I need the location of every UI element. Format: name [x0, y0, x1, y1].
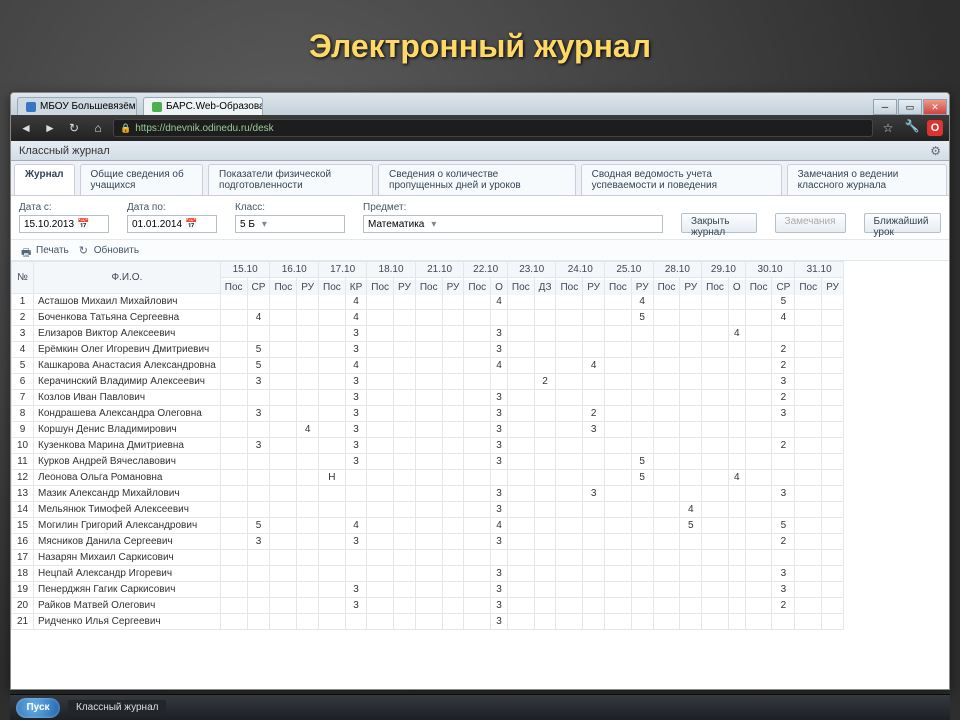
table-row[interactable]: 8Кондрашева Александра Олеговна33323: [12, 406, 844, 422]
app-tab[interactable]: Общие сведения об учащихся: [80, 164, 204, 195]
lock-icon: 🔒: [120, 123, 131, 134]
journal-table: №Ф.И.О.15.1016.1017.1018.1021.1022.1023.…: [11, 261, 844, 630]
date-to-label: Дата по:: [127, 202, 217, 213]
calendar-icon: 📅: [185, 219, 197, 230]
browser-window: МБОУ Большевязёмска... БАРС.Web-Образова…: [10, 92, 950, 690]
filter-bar: Дата с: 15.10.2013📅 Дата по: 01.01.2014📅…: [11, 196, 949, 240]
refresh-button[interactable]: ↻Обновить: [79, 244, 139, 256]
browser-tab[interactable]: БАРС.Web-Образование: [143, 97, 263, 115]
date-from-input[interactable]: 15.10.2013📅: [19, 215, 109, 233]
table-row[interactable]: 1Асташов Михаил Михайлович4445: [12, 294, 844, 310]
panel-title: Классный журнал: [19, 145, 110, 157]
class-select[interactable]: 5 Б: [235, 215, 345, 233]
taskbar-item[interactable]: Классный журнал: [68, 700, 166, 715]
slide-title: Электронный журнал: [0, 28, 960, 65]
table-row[interactable]: 14Мельянюк Тимофей Алексеевич34: [12, 502, 844, 518]
close-button[interactable]: ✕: [923, 99, 947, 115]
table-row[interactable]: 12Леонова Ольга РомановнаН54: [12, 470, 844, 486]
gear-icon[interactable]: ⚙: [930, 144, 941, 158]
window-controls: ─ ▭ ✕: [873, 99, 949, 115]
grid-scroll[interactable]: №Ф.И.О.15.1016.1017.1018.1021.1022.1023.…: [11, 261, 949, 689]
table-row[interactable]: 16Мясников Данила Сергеевич3332: [12, 534, 844, 550]
home-icon[interactable]: ⌂: [89, 119, 107, 137]
table-row[interactable]: 10Кузенкова Марина Дмитриевна3332: [12, 438, 844, 454]
table-row[interactable]: 20Райков Матвей Олегович332: [12, 598, 844, 614]
table-row[interactable]: 17Назарян Михаил Саркисович: [12, 550, 844, 566]
app-tab[interactable]: Журнал: [14, 164, 75, 195]
app-tab[interactable]: Показатели физической подготовленности: [208, 164, 373, 195]
opera-icon[interactable]: O: [927, 120, 943, 136]
start-button[interactable]: Пуск: [16, 698, 60, 718]
forward-icon[interactable]: ►: [41, 119, 59, 137]
app-area: Классный журнал ⚙ ЖурналОбщие сведения о…: [11, 141, 949, 689]
table-row[interactable]: 9Коршун Денис Владимирович4333: [12, 422, 844, 438]
favicon-icon: [152, 102, 162, 112]
favicon-icon: [26, 102, 36, 112]
app-tab[interactable]: Сведения о количестве пропущенных дней и…: [378, 164, 576, 195]
taskbar: Пуск Классный журнал: [10, 694, 950, 720]
table-row[interactable]: 6Керачинский Владимир Алексеевич3323: [12, 374, 844, 390]
table-row[interactable]: 7Козлов Иван Павлович332: [12, 390, 844, 406]
app-tabs: ЖурналОбщие сведения об учащихсяПоказате…: [11, 161, 949, 196]
table-row[interactable]: 15Могилин Григорий Александрович54455: [12, 518, 844, 534]
star-icon[interactable]: ☆: [879, 119, 897, 137]
subject-select[interactable]: Математика: [363, 215, 663, 233]
class-field: Класс: 5 Б: [235, 202, 345, 233]
table-row[interactable]: 21Ридченко Илья Сергеевич3: [12, 614, 844, 630]
table-row[interactable]: 19Пенерджян Гагик Саркисович333: [12, 582, 844, 598]
table-row[interactable]: 18Нецпай Александр Игоревич33: [12, 566, 844, 582]
address-toolbar: ◄ ► ↻ ⌂ 🔒 https://dnevnik.odinedu.ru/des…: [11, 115, 949, 141]
subject-label: Предмет:: [363, 202, 663, 213]
app-tab[interactable]: Сводная ведомость учета успеваемости и п…: [581, 164, 782, 195]
subject-field: Предмет: Математика: [363, 202, 663, 233]
maximize-button[interactable]: ▭: [898, 99, 922, 115]
tab-label: БАРС.Web-Образование: [166, 101, 263, 112]
table-row[interactable]: 4Ерёмкин Олег Игоревич Дмитриевич5332: [12, 342, 844, 358]
refresh-icon: ↻: [79, 244, 91, 256]
print-icon: 🖶: [21, 244, 33, 256]
date-from-field: Дата с: 15.10.2013📅: [19, 202, 109, 233]
grid-toolbar: 🖶Печать ↻Обновить: [11, 240, 949, 261]
back-icon[interactable]: ◄: [17, 119, 35, 137]
nearest-lesson-button[interactable]: Ближайший урок: [864, 213, 941, 233]
notes-button[interactable]: Замечания: [775, 213, 846, 233]
reload-icon[interactable]: ↻: [65, 119, 83, 137]
date-to-field: Дата по: 01.01.2014📅: [127, 202, 217, 233]
address-bar[interactable]: 🔒 https://dnevnik.odinedu.ru/desk: [113, 119, 873, 137]
table-row[interactable]: 5Кашкарова Анастасия Александровна54442: [12, 358, 844, 374]
date-from-label: Дата с:: [19, 202, 109, 213]
menu-icon[interactable]: 🔧: [903, 119, 921, 137]
class-label: Класс:: [235, 202, 345, 213]
date-to-input[interactable]: 01.01.2014📅: [127, 215, 217, 233]
table-row[interactable]: 11Курков Андрей Вячеславович335: [12, 454, 844, 470]
print-button[interactable]: 🖶Печать: [21, 244, 69, 256]
table-row[interactable]: 13Мазик Александр Михайлович333: [12, 486, 844, 502]
panel-title-bar: Классный журнал ⚙: [11, 141, 949, 161]
browser-tab[interactable]: МБОУ Большевязёмска...: [17, 97, 137, 115]
tab-label: МБОУ Большевязёмска...: [40, 101, 137, 112]
close-journal-button[interactable]: Закрыть журнал: [681, 213, 757, 233]
app-tab[interactable]: Замечания о ведении классного журнала: [787, 164, 947, 195]
url-text: https://dnevnik.odinedu.ru/desk: [135, 123, 273, 134]
browser-tabs-row: МБОУ Большевязёмска... БАРС.Web-Образова…: [11, 93, 949, 115]
table-row[interactable]: 3Елизаров Виктор Алексеевич334: [12, 326, 844, 342]
minimize-button[interactable]: ─: [873, 99, 897, 115]
table-row[interactable]: 2Боченкова Татьяна Сергеевна4454: [12, 310, 844, 326]
calendar-icon: 📅: [77, 219, 89, 230]
